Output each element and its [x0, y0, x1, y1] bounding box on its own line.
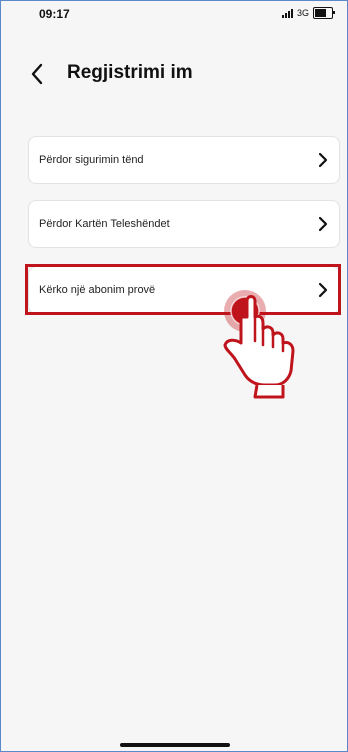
phone-screen: 09:17 3G Regjistrimi im Përdor sigurimin…: [0, 0, 348, 752]
option-label: Përdor sigurimin tënd: [39, 154, 144, 166]
status-bar: 09:17 3G: [1, 1, 347, 35]
option-use-insurance[interactable]: Përdor sigurimin tënd: [28, 136, 340, 184]
option-label: Përdor Kartën Teleshëndet: [39, 218, 170, 230]
network-type: 3G: [296, 8, 309, 18]
header: Regjistrimi im: [1, 56, 347, 92]
status-indicators: 3G: [281, 7, 335, 19]
chevron-right-icon: [318, 152, 328, 168]
battery-icon: [313, 7, 335, 19]
page-title: Regjistrimi im: [67, 62, 193, 83]
tap-hand-icon: [223, 290, 295, 399]
back-button[interactable]: [23, 56, 51, 92]
home-indicator[interactable]: [120, 743, 230, 747]
option-use-telehealth-card[interactable]: Përdor Kartën Teleshëndet: [28, 200, 340, 248]
chevron-right-icon: [318, 282, 328, 298]
signal-icon: [281, 8, 293, 18]
chevron-left-icon: [31, 63, 43, 85]
chevron-right-icon: [318, 216, 328, 232]
option-label: Kërko një abonim provë: [39, 284, 156, 296]
status-time: 09:17: [39, 7, 70, 21]
